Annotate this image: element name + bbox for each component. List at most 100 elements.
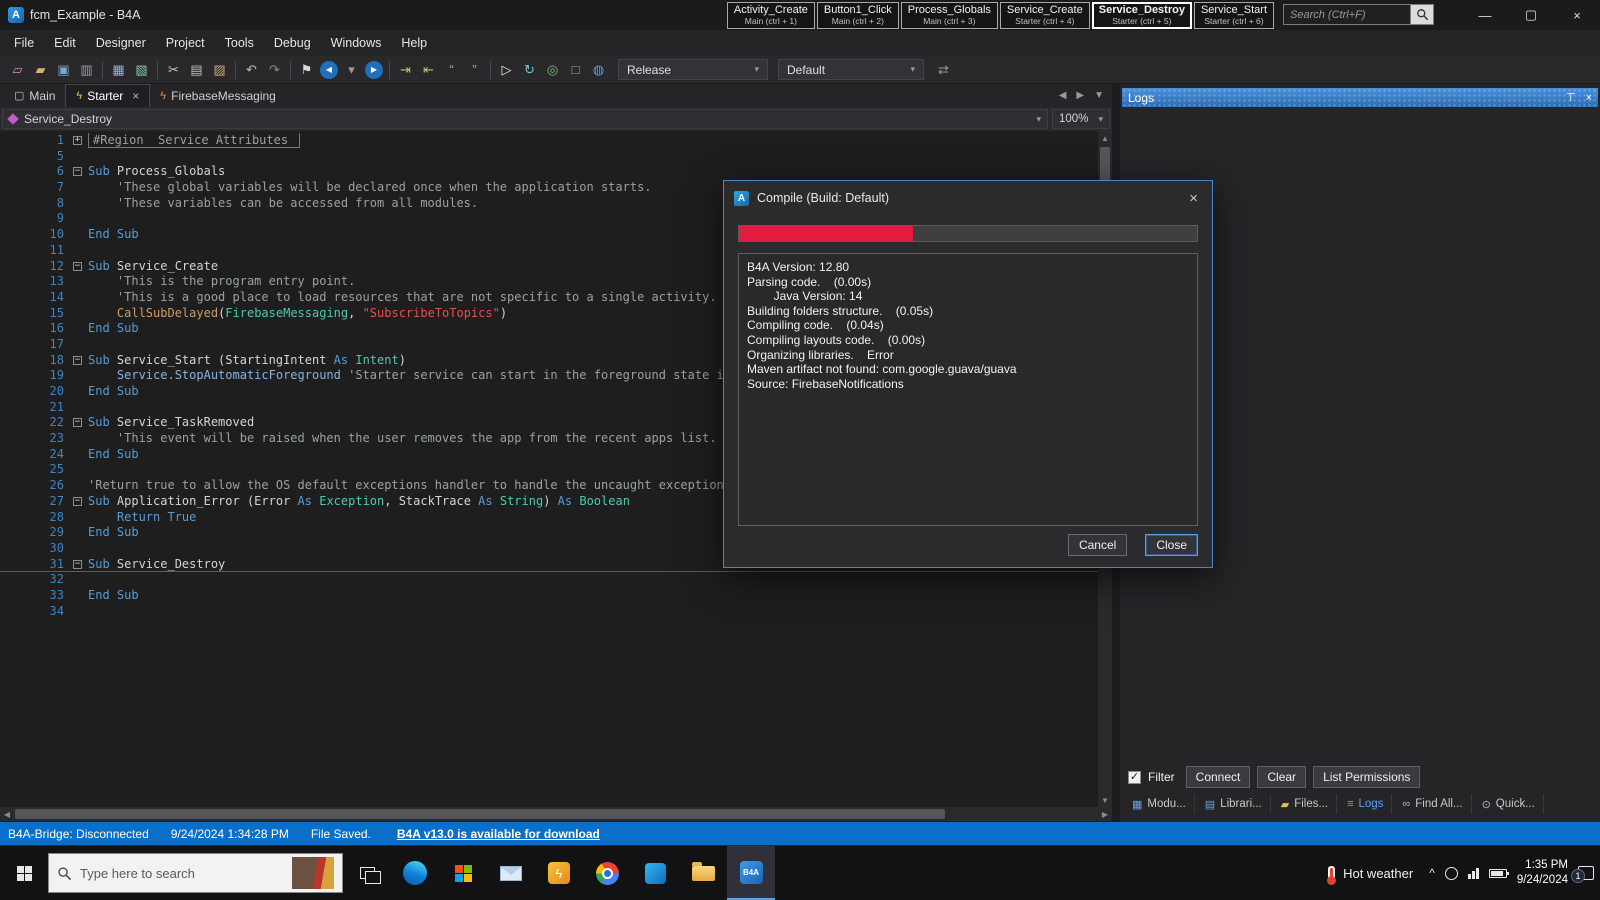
- menu-designer[interactable]: Designer: [86, 30, 156, 56]
- connect-button[interactable]: Connect: [1185, 766, 1251, 788]
- taskbar-chrome[interactable]: [583, 846, 631, 900]
- module-shortcut-service_create[interactable]: Service_Create Starter (ctrl + 4): [999, 2, 1090, 29]
- tab-next-icon[interactable]: ▶: [1076, 90, 1084, 101]
- indent-icon[interactable]: ⇥: [394, 59, 417, 81]
- cancel-button[interactable]: Cancel: [1067, 534, 1128, 556]
- scroll-left-icon[interactable]: ◀: [0, 807, 14, 821]
- dialog-close-icon[interactable]: ×: [1185, 190, 1202, 207]
- filter-checkbox[interactable]: ✓: [1128, 770, 1141, 784]
- meet-now-icon[interactable]: [1444, 866, 1458, 880]
- fold-collapse-icon[interactable]: −: [73, 167, 82, 177]
- fold-collapse-icon[interactable]: −: [73, 355, 82, 365]
- uncomment-icon[interactable]: ”: [463, 59, 486, 81]
- taskbar-vscode[interactable]: [631, 846, 679, 900]
- new-module-icon[interactable]: ▱: [6, 59, 29, 81]
- list-permissions-button[interactable]: List Permissions: [1313, 766, 1421, 788]
- taskbar-clock[interactable]: 1:35 PM 9/24/2024: [1517, 858, 1568, 888]
- search-input[interactable]: [1283, 4, 1411, 25]
- toolbar-overflow-icon[interactable]: ⇄: [932, 59, 955, 81]
- menu-debug[interactable]: Debug: [264, 30, 321, 56]
- fold-collapse-icon[interactable]: −: [73, 496, 82, 506]
- libraries-tab[interactable]: ▤ Librari...: [1197, 794, 1271, 814]
- modules-tab[interactable]: ▦ Modu...: [1124, 794, 1195, 814]
- tab-main[interactable]: ▢ Main: [4, 84, 65, 107]
- taskbar-mail[interactable]: [487, 846, 535, 900]
- save-all-icon[interactable]: ▥: [75, 59, 98, 81]
- code-line-34[interactable]: 34: [0, 604, 1098, 620]
- code-line-1[interactable]: 1 + #Region Service Attributes: [0, 133, 1098, 149]
- cut-icon[interactable]: ✂: [162, 59, 185, 81]
- taskbar-store[interactable]: [439, 846, 487, 900]
- run-icon[interactable]: ▷: [495, 59, 518, 81]
- bookmark-icon[interactable]: ⚑: [295, 59, 318, 81]
- action-center-icon[interactable]: 1: [1571, 866, 1594, 883]
- copy-icon[interactable]: ▤: [185, 59, 208, 81]
- fold-collapse-icon[interactable]: −: [73, 418, 82, 428]
- files-tab[interactable]: ▰ Files...: [1273, 794, 1338, 814]
- panel-close-icon[interactable]: ×: [1586, 92, 1592, 104]
- code-line-6[interactable]: 6− Sub Process_Globals: [0, 164, 1098, 180]
- paste-icon[interactable]: ▨: [208, 59, 231, 81]
- layouts-icon[interactable]: ▧: [130, 59, 153, 81]
- designer-icon[interactable]: ▦: [107, 59, 130, 81]
- fold-collapse-icon[interactable]: −: [73, 261, 82, 271]
- search-highlight-image[interactable]: [292, 857, 334, 889]
- close-button[interactable]: Close: [1145, 534, 1198, 556]
- update-link[interactable]: B4A v13.0 is available for download: [397, 827, 600, 841]
- stop-icon[interactable]: □: [564, 59, 587, 81]
- back-icon[interactable]: ◀: [320, 60, 338, 79]
- scroll-down-icon[interactable]: ▼: [1098, 793, 1112, 807]
- taskbar-search-input[interactable]: [80, 865, 292, 881]
- module-shortcut-activity_create[interactable]: Activity_Create Main (ctrl + 1): [726, 2, 815, 29]
- logs-tab[interactable]: ≡ Logs: [1339, 794, 1393, 814]
- hidden-icons-chevron[interactable]: ^: [1429, 866, 1435, 880]
- menu-windows[interactable]: Windows: [321, 30, 392, 56]
- find-all-tab[interactable]: ∞ Find All...: [1394, 794, 1472, 814]
- code-line-33[interactable]: 33 End Sub: [0, 588, 1098, 604]
- close-button[interactable]: ×: [1554, 0, 1600, 30]
- scroll-up-icon[interactable]: ▲: [1098, 131, 1112, 145]
- menu-edit[interactable]: Edit: [44, 30, 86, 56]
- build-mode-combo[interactable]: Release ▾: [618, 59, 768, 80]
- module-shortcut-process_globals[interactable]: Process_Globals Main (ctrl + 3): [900, 2, 998, 29]
- zoom-selector[interactable]: 100% ▾: [1052, 109, 1110, 129]
- taskbar-explorer[interactable]: [679, 846, 727, 900]
- code-line-32[interactable]: 32: [0, 572, 1098, 588]
- menu-help[interactable]: Help: [391, 30, 437, 56]
- task-view-button[interactable]: [343, 846, 391, 900]
- taskbar-sdk-manager[interactable]: ϟ: [535, 846, 583, 900]
- taskbar-edge[interactable]: [391, 846, 439, 900]
- logs-panel-header[interactable]: Logs ⊤ ×: [1122, 88, 1598, 107]
- weather-widget[interactable]: Hot weather: [1322, 865, 1419, 885]
- fold-expand-icon[interactable]: +: [73, 136, 82, 145]
- quick-search-tab[interactable]: ⊙ Quick...: [1474, 794, 1544, 814]
- tab-starter[interactable]: ϟ Starter ×: [65, 84, 151, 107]
- maximize-button[interactable]: ▢: [1508, 0, 1554, 30]
- comment-icon[interactable]: “: [440, 59, 463, 81]
- collapsed-region[interactable]: #Region Service Attributes: [88, 133, 301, 148]
- taskbar-b4a[interactable]: B4A: [727, 846, 775, 900]
- rapid-debug-icon[interactable]: ◎: [541, 59, 564, 81]
- scroll-right-icon[interactable]: ▶: [1098, 807, 1112, 821]
- pin-icon[interactable]: ⊤: [1566, 91, 1576, 104]
- horizontal-scroll-thumb[interactable]: [15, 809, 945, 819]
- menu-project[interactable]: Project: [156, 30, 215, 56]
- start-button[interactable]: [0, 846, 48, 900]
- bridge-icon[interactable]: ◍: [587, 59, 610, 81]
- undo-icon[interactable]: ↶: [240, 59, 263, 81]
- module-shortcut-service_destroy[interactable]: Service_Destroy Starter (ctrl + 5): [1091, 2, 1192, 29]
- taskbar-search[interactable]: [48, 853, 343, 893]
- menu-tools[interactable]: Tools: [215, 30, 264, 56]
- battery-icon[interactable]: [1488, 868, 1509, 878]
- tab-prev-icon[interactable]: ◀: [1059, 90, 1067, 101]
- save-icon[interactable]: ▣: [52, 59, 75, 81]
- build-config-combo[interactable]: Default ▾: [778, 59, 924, 80]
- redo-icon[interactable]: ↷: [263, 59, 286, 81]
- attach-debugger-icon[interactable]: ↻: [518, 59, 541, 81]
- clear-button[interactable]: Clear: [1257, 766, 1307, 788]
- member-selector[interactable]: Service_Destroy ▾: [2, 109, 1048, 129]
- network-icon[interactable]: [1467, 867, 1479, 879]
- module-shortcut-button1_click[interactable]: Button1_Click Main (ctrl + 2): [816, 2, 899, 29]
- forward-icon[interactable]: ▶: [365, 60, 383, 79]
- outdent-icon[interactable]: ⇤: [417, 59, 440, 81]
